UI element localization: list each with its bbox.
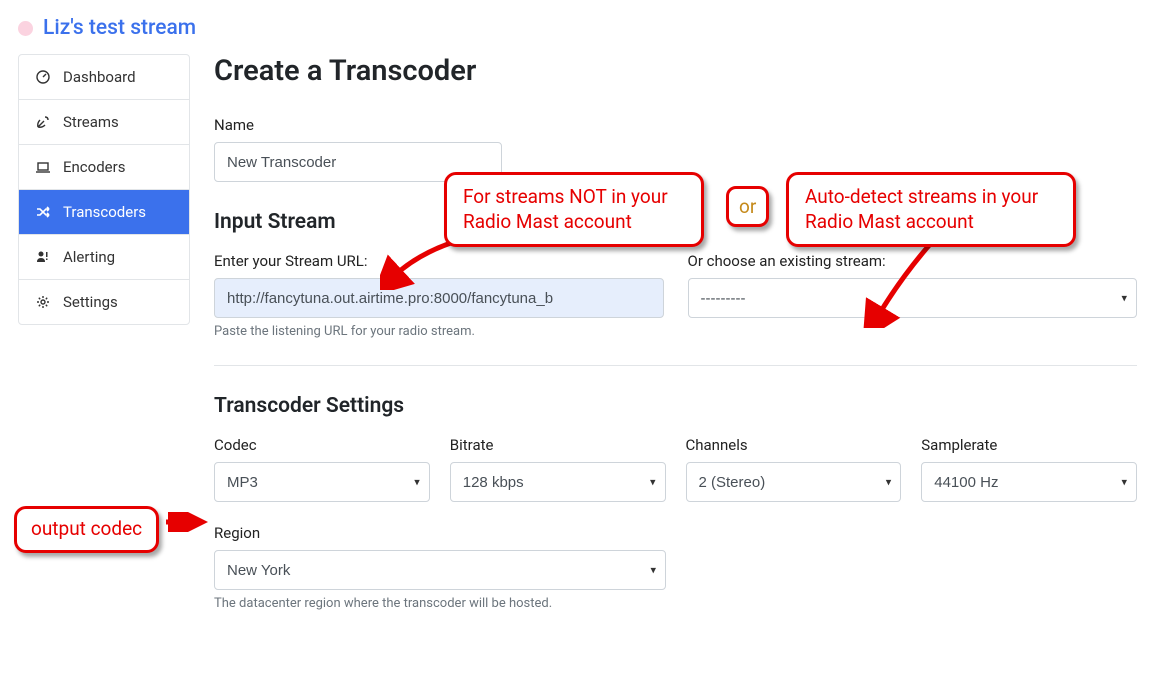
codec-select[interactable]: MP3 bbox=[214, 462, 430, 502]
sidebar-item-label: Dashboard bbox=[63, 68, 136, 86]
sidebar-item-streams[interactable]: Streams bbox=[19, 100, 189, 145]
sidebar-item-label: Encoders bbox=[63, 158, 125, 176]
shuffle-icon bbox=[35, 204, 51, 220]
sidebar-item-settings[interactable]: Settings bbox=[19, 280, 189, 324]
codec-label: Codec bbox=[214, 436, 430, 454]
page-heading: Create a Transcoder bbox=[214, 54, 1137, 88]
main-content: Create a Transcoder Name Input Stream En… bbox=[214, 54, 1137, 611]
annotation-output-codec: output codec bbox=[14, 506, 159, 553]
stream-url-hint: Paste the listening URL for your radio s… bbox=[214, 324, 664, 339]
status-dot-icon bbox=[18, 21, 33, 36]
arrow-codec-icon bbox=[164, 512, 208, 532]
sidebar-item-label: Streams bbox=[63, 113, 119, 131]
name-label: Name bbox=[214, 116, 502, 134]
stream-title-row: Liz's test stream bbox=[18, 16, 1137, 40]
sidebar-item-label: Transcoders bbox=[63, 203, 146, 221]
transcoder-settings-heading: Transcoder Settings bbox=[214, 394, 1137, 418]
sidebar-nav: Dashboard Streams Encoders Transcoders bbox=[18, 54, 190, 325]
arrow-right-icon bbox=[862, 236, 962, 328]
bitrate-label: Bitrate bbox=[450, 436, 666, 454]
region-label: Region bbox=[214, 524, 666, 542]
sidebar-item-label: Alerting bbox=[63, 248, 115, 266]
user-alert-icon bbox=[35, 249, 51, 265]
sidebar-item-dashboard[interactable]: Dashboard bbox=[19, 55, 189, 100]
satellite-icon bbox=[35, 114, 51, 130]
region-select[interactable]: New York bbox=[214, 550, 666, 590]
channels-select[interactable]: 2 (Stereo) bbox=[686, 462, 902, 502]
dashboard-icon bbox=[35, 69, 51, 85]
sidebar-item-alerting[interactable]: Alerting bbox=[19, 235, 189, 280]
gear-icon bbox=[35, 294, 51, 310]
channels-label: Channels bbox=[686, 436, 902, 454]
section-divider bbox=[214, 365, 1137, 366]
laptop-icon bbox=[35, 159, 51, 175]
annotation-or: or bbox=[726, 186, 769, 227]
region-hint: The datacenter region where the transcod… bbox=[214, 596, 666, 611]
samplerate-label: Samplerate bbox=[921, 436, 1137, 454]
sidebar-item-transcoders[interactable]: Transcoders bbox=[19, 190, 189, 235]
bitrate-select[interactable]: 128 kbps bbox=[450, 462, 666, 502]
sidebar-item-encoders[interactable]: Encoders bbox=[19, 145, 189, 190]
stream-title-link[interactable]: Liz's test stream bbox=[43, 16, 196, 40]
annotation-callout-left: For streams NOT in your Radio Mast accou… bbox=[444, 172, 704, 247]
annotation-callout-right: Auto-detect streams in your Radio Mast a… bbox=[786, 172, 1076, 247]
sidebar-item-label: Settings bbox=[63, 293, 118, 311]
samplerate-select[interactable]: 44100 Hz bbox=[921, 462, 1137, 502]
